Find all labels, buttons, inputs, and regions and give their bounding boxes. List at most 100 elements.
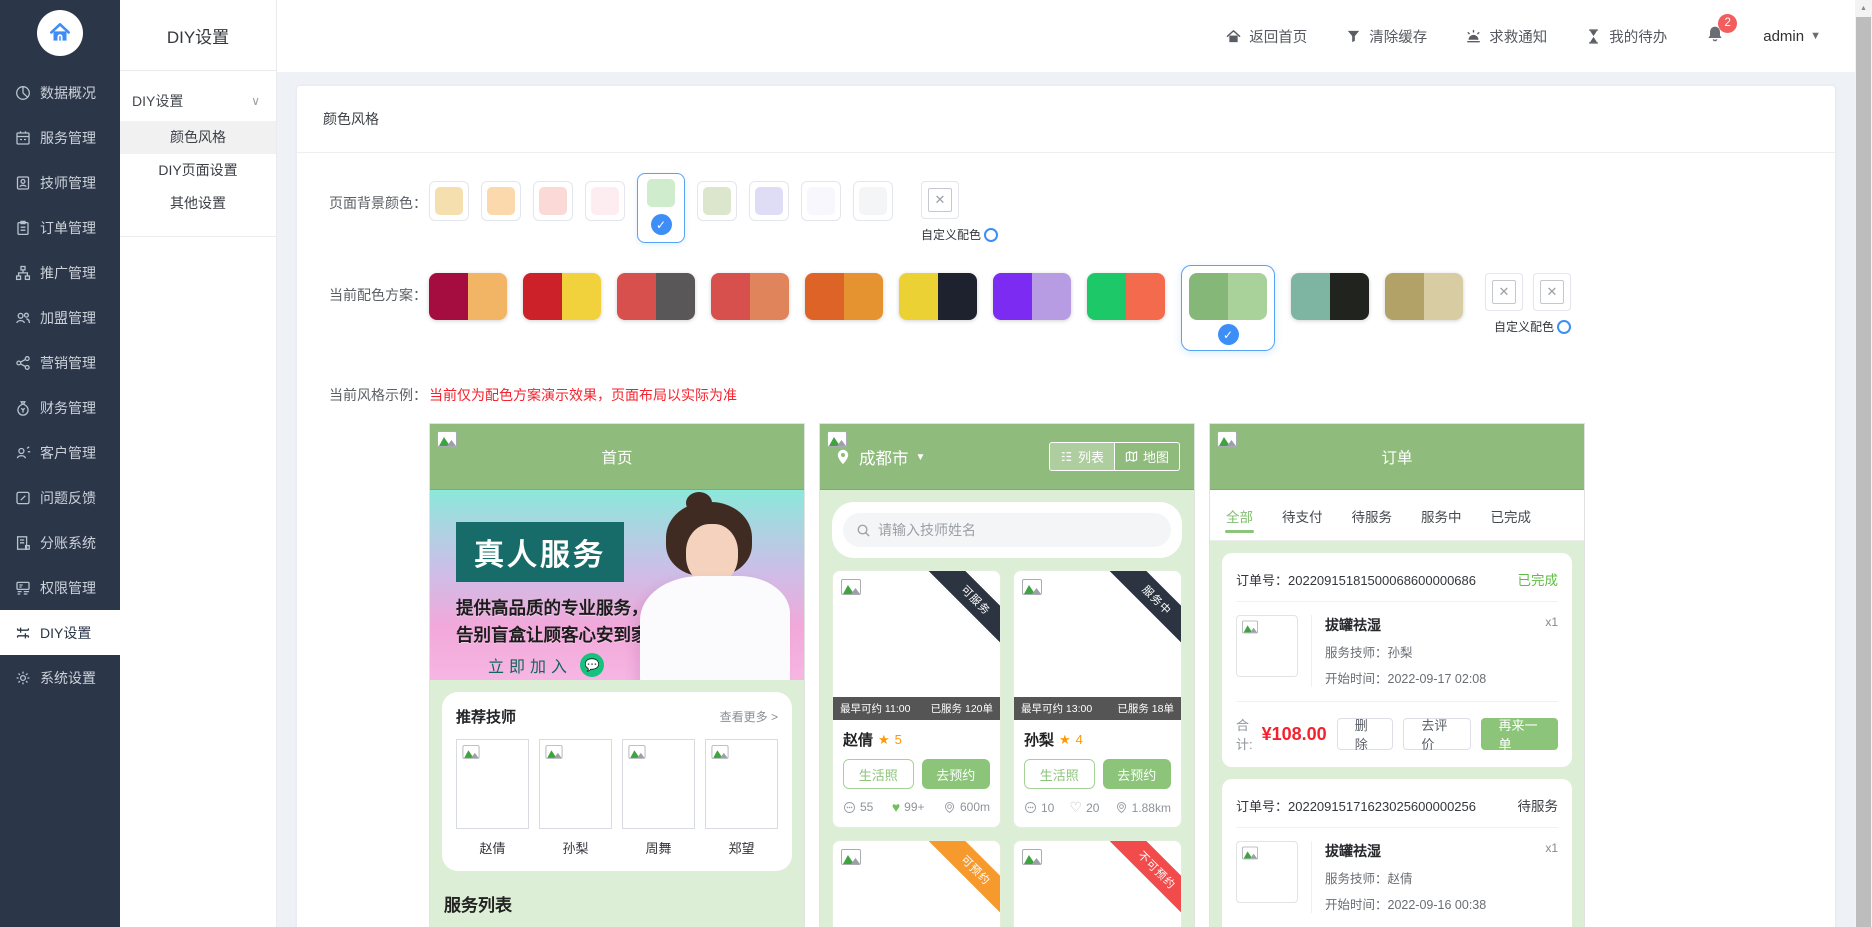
tech-card-4[interactable]: 不可预约: [1013, 840, 1182, 927]
review-button[interactable]: 去评价: [1403, 718, 1470, 750]
book-button[interactable]: 去预约: [1103, 759, 1172, 789]
toggle-list-view[interactable]: 列表: [1050, 443, 1114, 470]
tab-in-service[interactable]: 服务中: [1420, 490, 1463, 540]
app-logo[interactable]: [37, 10, 83, 56]
life-photo-button[interactable]: 生活照: [843, 759, 914, 789]
view-toggle: 列表 地图: [1049, 442, 1180, 471]
scroll-up-button[interactable]: ▲: [1855, 0, 1872, 17]
page-title: DIY设置: [120, 0, 276, 71]
city-selector[interactable]: 成都市: [859, 445, 909, 469]
tech-card-3[interactable]: 可预约: [832, 840, 1001, 927]
scheme-5[interactable]: [899, 273, 977, 320]
tech-cell[interactable]: 赵倩: [456, 739, 529, 857]
tech-search-input[interactable]: 请输入技师姓名: [843, 513, 1171, 547]
toggle-map-view[interactable]: 地图: [1114, 443, 1179, 470]
book-button[interactable]: 去预约: [922, 759, 991, 789]
bg-swatch-7[interactable]: [801, 181, 841, 221]
color-picker-ring[interactable]: [984, 228, 998, 242]
sidebar-item-diy-settings[interactable]: DIY设置: [0, 610, 120, 655]
nav-my-todo[interactable]: 我的待办: [1585, 26, 1667, 47]
bg-swatch-3[interactable]: [585, 181, 625, 221]
sidebar-item-marketing-mgmt[interactable]: 营销管理: [0, 340, 120, 385]
scheme-10[interactable]: [1385, 273, 1463, 320]
scheme-1[interactable]: [523, 273, 601, 320]
scrollbar-thumb[interactable]: [1856, 17, 1871, 927]
sidebar-item-promotion-mgmt[interactable]: 推广管理: [0, 250, 120, 295]
delete-button[interactable]: 删除: [1337, 718, 1394, 750]
sidebar-item-data-overview[interactable]: 数据概况: [0, 70, 120, 115]
check-icon: ✓: [651, 214, 672, 235]
bg-swatch-6[interactable]: [749, 181, 789, 221]
bg-swatch-0[interactable]: [429, 181, 469, 221]
scheme-4[interactable]: [805, 273, 883, 320]
sidebar-item-customer-mgmt[interactable]: 客户管理: [0, 430, 120, 475]
scheme-7[interactable]: [1087, 273, 1165, 320]
sidebar-item-split-account[interactable]: 分账系统: [0, 520, 120, 565]
tech-card-1[interactable]: 可服务 最早可约 11:00 已服务 120单 赵倩 ★ 5: [832, 570, 1001, 828]
scheme-2[interactable]: [617, 273, 695, 320]
scheme-8: [1189, 273, 1267, 320]
swatch-color: [807, 187, 835, 215]
sidebar-item-technician-mgmt[interactable]: 技师管理: [0, 160, 120, 205]
life-photo-button[interactable]: 生活照: [1024, 759, 1095, 789]
tech-cell[interactable]: 孙梨: [539, 739, 612, 857]
bg-custom-color-box[interactable]: ✕: [921, 181, 959, 219]
tech-cell[interactable]: 郑望: [705, 739, 778, 857]
submenu-group[interactable]: DIY设置 ∨: [120, 71, 276, 121]
sidebar-item-finance-mgmt[interactable]: 财务管理: [0, 385, 120, 430]
sidebar-item-feedback[interactable]: 问题反馈: [0, 475, 120, 520]
bg-swatch-5[interactable]: [697, 181, 737, 221]
sidebar-item-label: 问题反馈: [40, 488, 96, 508]
sidebar-item-franchise-mgmt[interactable]: 加盟管理: [0, 295, 120, 340]
tech-cell[interactable]: 周舞: [622, 739, 695, 857]
tab-pending-pay[interactable]: 待支付: [1281, 490, 1324, 540]
earliest-time: 最早可约 11:00: [840, 701, 910, 716]
submenu-item-diy-page[interactable]: DIY页面设置: [120, 154, 276, 187]
sidebar-item-service-mgmt[interactable]: 服务管理: [0, 115, 120, 160]
tech-card-2[interactable]: 服务中 最早可约 13:00 已服务 18单 孙梨 ★ 4: [1013, 570, 1182, 828]
see-more-link[interactable]: 查看更多 >: [720, 708, 778, 725]
tab-all[interactable]: 全部: [1225, 490, 1254, 540]
sidebar-item-order-mgmt[interactable]: 订单管理: [0, 205, 120, 250]
scheme-8-selected[interactable]: ✓: [1181, 265, 1275, 351]
scheme-6[interactable]: [993, 273, 1071, 320]
page-scrollbar[interactable]: ▲: [1855, 0, 1872, 927]
bg-swatch-8[interactable]: [853, 181, 893, 221]
service-tech: 服务技师：孙梨: [1325, 642, 1413, 661]
bg-swatch-2[interactable]: [533, 181, 573, 221]
home-logo-icon: [47, 20, 73, 46]
reorder-button[interactable]: 再来一单: [1481, 718, 1558, 750]
tab-completed[interactable]: 已完成: [1490, 490, 1533, 540]
sidebar-item-permission-mgmt[interactable]: 权限管理: [0, 565, 120, 610]
nav-clear-cache[interactable]: 清除缓存: [1345, 26, 1427, 47]
nav-back-home[interactable]: 返回首页: [1225, 26, 1307, 47]
swatch-color: [539, 187, 567, 215]
bg-swatch-4-selected[interactable]: ✓: [637, 173, 685, 243]
scheme-custom-color-2[interactable]: ✕: [1533, 273, 1571, 311]
submenu-item-color-style[interactable]: 颜色风格: [120, 121, 276, 154]
funnel-icon: [1345, 28, 1362, 45]
distance-pin-icon: [943, 801, 956, 814]
tab-pending-service[interactable]: 待服务: [1351, 490, 1394, 540]
secondary-sidebar: DIY设置 DIY设置 ∨ 颜色风格 DIY页面设置 其他设置: [120, 0, 277, 927]
tech-photo-placeholder: [705, 739, 778, 829]
user-menu[interactable]: admin ▼: [1763, 28, 1821, 45]
notification-bell[interactable]: 2: [1705, 24, 1725, 49]
submenu-item-other[interactable]: 其他设置: [120, 187, 276, 220]
nav-sos-notice[interactable]: 求救通知: [1465, 26, 1547, 47]
sidebar-item-system-settings[interactable]: 系统设置: [0, 655, 120, 700]
scheme-9[interactable]: [1291, 273, 1369, 320]
scheme-color-right: [1424, 273, 1463, 320]
recommend-title: 推荐技师: [456, 706, 516, 727]
scheme-3[interactable]: [711, 273, 789, 320]
bg-swatch-1[interactable]: [481, 181, 521, 221]
example-note: 当前仅为配色方案演示效果，页面布局以实际为准: [429, 373, 737, 405]
scheme-custom-color-1[interactable]: ✕: [1485, 273, 1523, 311]
hourglass-icon: [1585, 28, 1602, 45]
color-picker-ring[interactable]: [1557, 320, 1571, 334]
scheme-0[interactable]: [429, 273, 507, 320]
scheme-color-left: [993, 273, 1032, 320]
custom-color-label: 自定义配色: [1494, 318, 1554, 335]
preview-home-header: 首页: [430, 424, 804, 490]
style-previews: 首页 真人服务 提供高品质的专业服务， 告别盲盒让顾客心安到家 立: [429, 423, 1803, 927]
